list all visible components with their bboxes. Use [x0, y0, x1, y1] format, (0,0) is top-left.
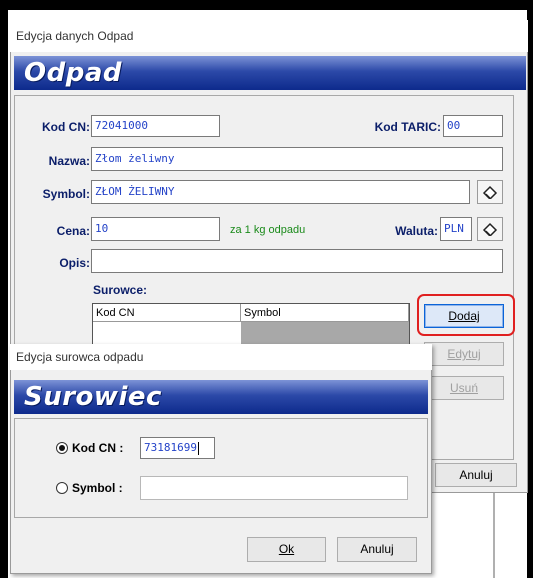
surowiec-banner: Surowiec: [14, 380, 428, 414]
kod-cn-radio-label: Kod CN :: [72, 441, 124, 455]
symbol-field[interactable]: ZŁOM ŻELIWNY: [91, 180, 470, 204]
grid-header-kod-cn[interactable]: Kod CN: [93, 304, 241, 322]
surowiec-panel: [14, 418, 428, 518]
surowiec-anuluj-label: Anuluj: [360, 542, 394, 556]
usun-button-label: Usuń: [449, 381, 478, 395]
odpad-anuluj-button[interactable]: Anuluj: [435, 463, 517, 487]
odpad-banner: Odpad: [14, 56, 526, 90]
kod-cn-label: Kod CN:: [42, 120, 90, 134]
waluta-label: Waluta:: [395, 224, 438, 238]
frame-left: [0, 0, 8, 578]
dodaj-button-label: Dodaj: [448, 309, 480, 323]
symbol-radio-label: Symbol :: [72, 481, 123, 495]
cena-label: Cena:: [56, 224, 90, 238]
opis-label: Opis:: [59, 256, 90, 270]
symbol-label: Symbol:: [42, 187, 90, 201]
edytuj-button-label: Edytuj: [447, 347, 481, 361]
ok-button[interactable]: Ok: [247, 537, 326, 562]
opis-field[interactable]: [91, 249, 503, 273]
odpad-anuluj-label: Anuluj: [459, 468, 493, 482]
symbol-eraser-button[interactable]: [477, 180, 503, 204]
surowiec-titlebar[interactable]: Edycja surowca odpadu: [10, 344, 432, 370]
text-cursor: [197, 441, 199, 455]
kod-cn-field[interactable]: 72041000: [91, 115, 220, 137]
surowiec-symbol-field[interactable]: [140, 476, 408, 500]
odpad-titlebar[interactable]: Edycja danych Odpad: [10, 20, 528, 52]
ok-button-label: Ok: [278, 542, 295, 556]
nazwa-field[interactable]: Złom żeliwny: [91, 147, 503, 171]
surowiec-kod-cn-field[interactable]: 73181699: [140, 437, 215, 459]
kod-cn-radio[interactable]: [56, 442, 68, 454]
surowce-label: Surowce:: [93, 283, 148, 297]
symbol-radio[interactable]: [56, 482, 68, 494]
cena-field[interactable]: 10: [91, 217, 220, 241]
kod-taric-label: Kod TARIC:: [374, 120, 441, 134]
symbol-radio-option[interactable]: Symbol :: [56, 480, 136, 496]
waluta-eraser-button[interactable]: [477, 217, 503, 241]
dodaj-button[interactable]: Dodaj: [424, 304, 504, 328]
grid-header-symbol[interactable]: Symbol: [241, 304, 409, 322]
kod-taric-field[interactable]: 00: [443, 115, 503, 137]
eraser-icon: [482, 222, 498, 236]
cena-unit-text: za 1 kg odpadu: [230, 224, 306, 236]
usun-button[interactable]: Usuń: [424, 376, 504, 400]
surowiec-kod-cn-value: 73181699: [144, 441, 197, 454]
background-panel-line: [493, 490, 495, 578]
kod-cn-radio-option[interactable]: Kod CN :: [56, 440, 136, 456]
edytuj-button[interactable]: Edytuj: [424, 342, 504, 366]
frame-top: [0, 0, 533, 10]
eraser-icon: [482, 185, 498, 199]
surowiec-anuluj-button[interactable]: Anuluj: [337, 537, 417, 562]
waluta-field[interactable]: PLN: [440, 217, 472, 241]
nazwa-label: Nazwa:: [48, 154, 90, 168]
